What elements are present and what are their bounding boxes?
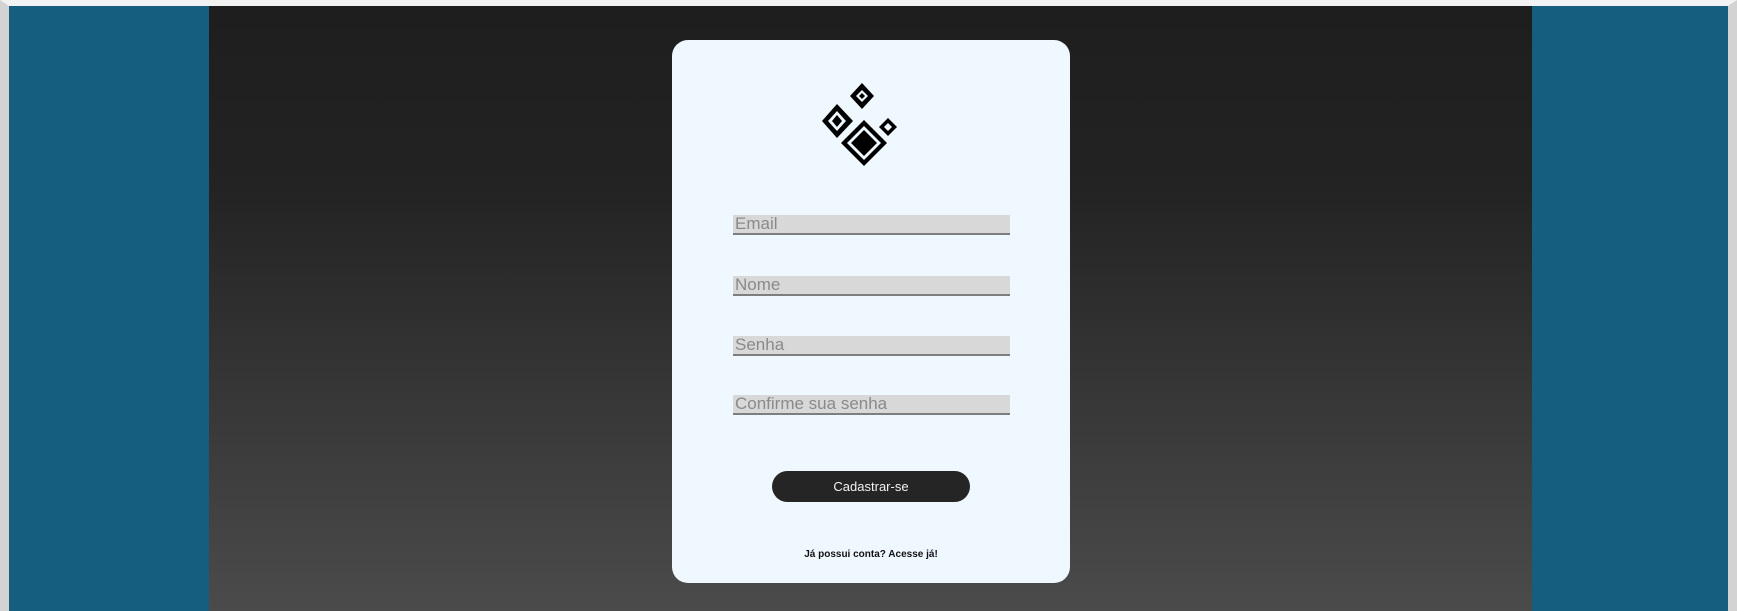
diamonds-logo-icon — [822, 83, 897, 166]
diamond-left-medium — [822, 104, 853, 138]
diamond-top-small — [850, 83, 874, 109]
login-link[interactable]: Já possui conta? Acesse já! — [672, 549, 1070, 560]
diamond-right-tiny — [879, 118, 897, 136]
signup-card: Cadastrar-se Já possui conta? Acesse já! — [672, 40, 1070, 583]
email-field[interactable] — [733, 215, 1010, 235]
signup-button[interactable]: Cadastrar-se — [772, 471, 970, 502]
top-cropped-glyph: ç — [1131, 1, 1137, 11]
password-field[interactable] — [733, 336, 1010, 356]
confirm-password-field[interactable] — [733, 395, 1010, 415]
page-background: ç Email Nome Cadastrar-se Já possui cont… — [209, 1, 1532, 611]
name-field[interactable] — [733, 276, 1010, 296]
